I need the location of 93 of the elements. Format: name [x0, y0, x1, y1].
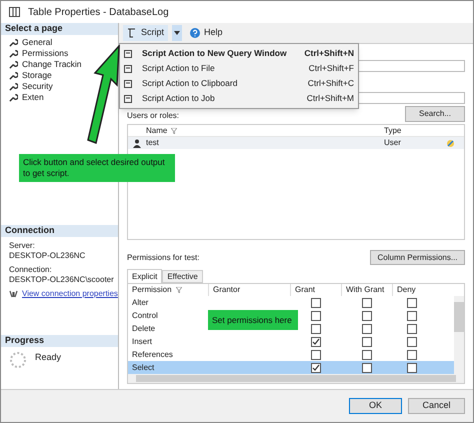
menu-item[interactable]: Script Action to Clipboard Ctrl+Shift+C — [120, 76, 358, 91]
tab[interactable]: Explicit — [127, 269, 162, 283]
script-icon — [124, 49, 133, 58]
server-value: DESKTOP-OL236NC — [9, 251, 86, 261]
horizontal-scrollbar[interactable] — [128, 374, 464, 383]
permission-row[interactable]: Alter — [128, 296, 454, 309]
checkbox[interactable] — [362, 310, 372, 320]
menu-item[interactable]: Script Action to File Ctrl+Shift+F — [120, 61, 358, 76]
table-cell-text: Select — [131, 362, 156, 374]
column-header[interactable]: Type — [384, 124, 402, 136]
section-header: Select a page — [1, 23, 118, 35]
permissions-label: Permissions for test: — [127, 252, 200, 264]
note-tooltip: Set permissions here — [208, 310, 298, 330]
checkbox[interactable] — [407, 324, 417, 334]
sidebar-item[interactable]: Exten — [9, 92, 44, 102]
column-header[interactable]: Grantor — [208, 284, 290, 296]
column-permissions-button[interactable]: Column Permissions... — [370, 250, 465, 265]
script-button[interactable]: Script — [123, 25, 168, 41]
progress-status: Ready — [35, 351, 62, 364]
connection-value: DESKTOP-OL236NC\scooter — [9, 275, 115, 285]
wrench-icon — [9, 70, 18, 80]
vertical-scrollbar[interactable] — [454, 296, 464, 374]
section-header: Connection — [1, 225, 118, 237]
table-icon — [9, 7, 20, 17]
checkbox[interactable] — [310, 336, 320, 346]
checkbox[interactable] — [362, 324, 372, 334]
window-title: Table Properties - DatabaseLog — [28, 6, 169, 20]
checkbox[interactable] — [407, 310, 417, 320]
wrench-icon — [9, 60, 18, 68]
users-label: Users or roles: — [127, 110, 180, 122]
filter-icon — [171, 128, 178, 134]
checkbox[interactable] — [310, 350, 320, 360]
column-header[interactable]: With Grant — [341, 284, 392, 296]
wrench-icon — [9, 92, 18, 102]
checkbox[interactable] — [310, 362, 320, 372]
checkbox[interactable] — [362, 350, 372, 360]
sidebar-item[interactable]: Security — [9, 81, 53, 91]
script-icon — [124, 79, 133, 88]
column-header[interactable]: Grant — [290, 284, 341, 296]
column-header[interactable]: Deny — [392, 284, 432, 296]
permission-row[interactable]: References — [128, 348, 454, 361]
search-button[interactable]: Search... — [405, 106, 465, 122]
ok-button[interactable]: OK — [349, 398, 402, 414]
note-tooltip: Click button and select desired output to get script. — [19, 154, 175, 182]
wrench-icon — [9, 82, 18, 90]
server-label: Server: — [9, 241, 36, 251]
table-row[interactable]: test User — [128, 137, 464, 149]
checkbox[interactable] — [407, 350, 417, 360]
table-cell-text: Delete — [131, 322, 156, 334]
menu-item[interactable]: Script Action to New Query Window Ctrl+Shift+N — [120, 46, 358, 61]
sidebar-item[interactable]: Storage — [9, 70, 52, 80]
help-icon — [190, 28, 200, 38]
checkbox[interactable] — [310, 310, 320, 320]
connection-icon — [9, 290, 18, 298]
checkbox[interactable] — [362, 336, 372, 346]
caret-icon — [174, 31, 180, 35]
column-header[interactable]: Permission — [132, 284, 172, 296]
checkbox[interactable] — [310, 324, 320, 334]
tab[interactable]: Effective — [162, 270, 203, 283]
script-icon — [124, 94, 133, 103]
properties-icon — [446, 138, 455, 148]
section-header: Progress — [1, 335, 118, 347]
checkbox[interactable] — [407, 362, 417, 372]
permission-row[interactable]: Select — [128, 361, 454, 374]
script-icon — [127, 28, 137, 38]
permission-row[interactable]: Insert — [128, 335, 454, 348]
connection-properties-link[interactable]: View connection properties — [22, 289, 118, 299]
help-button[interactable]: Help — [186, 26, 227, 40]
checkbox[interactable] — [362, 298, 372, 308]
filter-icon — [176, 287, 182, 293]
spinner-icon — [9, 351, 27, 369]
cancel-button[interactable]: Cancel — [408, 398, 465, 414]
user-icon — [133, 138, 141, 148]
table-cell-text: References — [131, 348, 174, 360]
sidebar-item[interactable]: General — [9, 37, 52, 47]
checkbox[interactable] — [310, 298, 320, 308]
table-cell-text: Alter — [131, 296, 150, 308]
checkbox[interactable] — [407, 336, 417, 346]
wrench-icon — [9, 48, 18, 58]
column-header[interactable]: Name — [146, 124, 168, 136]
table-cell-text: User — [384, 137, 402, 149]
script-icon — [124, 64, 133, 73]
sidebar-item[interactable]: Permissions — [9, 48, 68, 58]
table-cell-text: Control — [131, 310, 159, 322]
connection-label: Connection: — [9, 265, 53, 275]
checkbox[interactable] — [407, 298, 417, 308]
checkbox[interactable] — [362, 362, 372, 372]
table-cell-text: test — [146, 137, 160, 149]
menu-item[interactable]: Script Action to Job Ctrl+Shift+M — [120, 91, 358, 106]
sidebar-item[interactable]: Change Trackin — [9, 59, 82, 69]
wrench-icon — [9, 38, 18, 46]
dropdown-button[interactable] — [172, 25, 182, 41]
table-cell-text: Insert — [131, 336, 154, 348]
